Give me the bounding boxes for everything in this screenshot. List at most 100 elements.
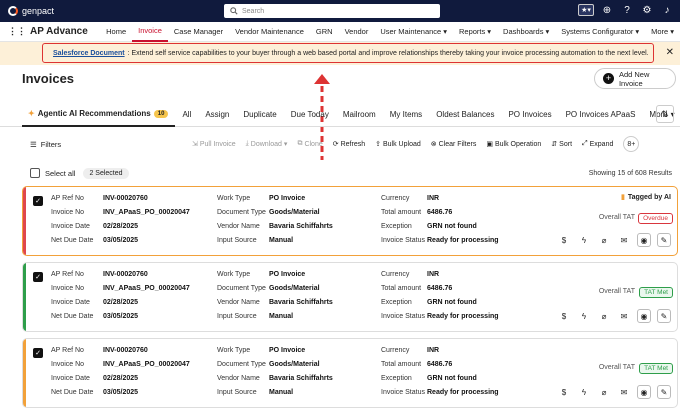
- status-bar: [23, 263, 26, 331]
- edit-icon[interactable]: ✎: [657, 385, 671, 399]
- announcement-banner: Salesforce Document : Extend self servic…: [0, 42, 680, 65]
- bulk-operation-button[interactable]: ▣ Bulk Operation: [486, 140, 541, 149]
- app-nav-bar: ⋮⋮ AP Advance Home Invoice Case Manager …: [0, 22, 680, 42]
- chevron-down-icon: ▾: [283, 141, 288, 148]
- tab-agentic-ai[interactable]: ✦ Agentic AI Recommendations 10: [22, 103, 176, 127]
- tab-my-items[interactable]: My Items: [383, 103, 429, 127]
- count-badge: 10: [153, 109, 169, 118]
- field-label-invoice-no: Invoice No: [51, 361, 85, 368]
- tab-po-invoices[interactable]: PO Invoices: [501, 103, 558, 127]
- invoice-card[interactable]: ✓ AP Ref No INV-00020760 Invoice No INV_APaa…: [22, 186, 678, 256]
- currency-icon[interactable]: $: [557, 309, 571, 323]
- view-icon[interactable]: ◉: [637, 233, 651, 247]
- lightning-icon[interactable]: ϟ: [577, 309, 591, 323]
- bulk-operation-icon: ▣: [486, 141, 493, 148]
- nav-reports[interactable]: Reports ▾: [453, 22, 497, 42]
- field-value-invoice-no: INV_APaaS_PO_00020047: [103, 285, 190, 292]
- settings-icon[interactable]: ⚙: [640, 3, 654, 17]
- logo-mark-icon: [8, 6, 18, 16]
- field-label-vendor-name: Vendor Name: [217, 299, 260, 306]
- currency-icon[interactable]: $: [557, 385, 571, 399]
- field-label-work-type: Work Type: [217, 195, 251, 202]
- field-label-net-due-date: Net Due Date: [51, 237, 94, 244]
- clear-filters-button[interactable]: ⊗ Clear Filters: [431, 140, 477, 149]
- field-label-exception: Exception: [381, 375, 412, 382]
- field-label-input-source: Input Source: [217, 389, 257, 396]
- tab-oldest-balances[interactable]: Oldest Balances: [429, 103, 501, 127]
- download-icon: ⤓: [245, 140, 249, 147]
- invoice-checkbox[interactable]: ✓: [33, 348, 43, 358]
- expand-button[interactable]: ⤢ Expand: [582, 140, 613, 148]
- invoice-card[interactable]: ✓ AP Ref No INV-00020760 Invoice No INV_APaa…: [22, 262, 678, 332]
- nav-case-manager[interactable]: Case Manager: [168, 22, 229, 42]
- field-value-invoice-status: Ready for processing: [427, 389, 499, 396]
- tab-po-invoices-apaas[interactable]: PO Invoices APaaS: [559, 103, 643, 127]
- sort-button[interactable]: ⇵ Sort: [551, 140, 572, 149]
- nav-invoice[interactable]: Invoice: [132, 22, 168, 42]
- currency-icon[interactable]: $: [557, 233, 571, 247]
- nav-systems-configurator[interactable]: Systems Configurator ▾: [555, 22, 645, 42]
- sort-icon: ⇵: [551, 141, 558, 148]
- tab-settings-icon[interactable]: ⇅: [656, 105, 674, 123]
- nav-grn[interactable]: GRN: [310, 22, 339, 42]
- edit-icon[interactable]: ✎: [657, 233, 671, 247]
- chevron-down-icon: ▾: [635, 27, 640, 36]
- select-all-label: Select all: [45, 168, 76, 178]
- favorites-star-icon[interactable]: ★▾: [578, 4, 594, 16]
- genpact-logo[interactable]: genpact: [8, 6, 54, 16]
- field-value-total-amount: 6486.76: [427, 209, 453, 216]
- tab-all[interactable]: All: [175, 103, 198, 127]
- tab-mailroom[interactable]: Mailroom: [336, 103, 383, 127]
- overall-tat-label: Overall TAT: [598, 364, 635, 371]
- banner-link[interactable]: Salesforce Document: [53, 50, 125, 57]
- field-value-currency: INR: [427, 347, 440, 354]
- pull-invoice-button[interactable]: ⇲ Pull Invoice: [192, 140, 236, 149]
- nav-dashboards[interactable]: Dashboards ▾: [497, 22, 555, 42]
- mail-icon[interactable]: ✉: [617, 233, 631, 247]
- clone-button[interactable]: ⧉ Clone: [297, 140, 322, 148]
- invoice-checkbox[interactable]: ✓: [33, 272, 43, 282]
- card-action-icons: $ ϟ ⌀ ✉ ◉ ✎: [557, 385, 671, 399]
- chevron-down-icon: ▾: [670, 27, 674, 36]
- add-icon[interactable]: ⊕: [600, 3, 614, 17]
- nav-home[interactable]: Home: [100, 22, 132, 42]
- attachment-icon[interactable]: ⌀: [597, 385, 611, 399]
- tab-due-today[interactable]: Due Today: [284, 103, 336, 127]
- edit-icon[interactable]: ✎: [657, 309, 671, 323]
- lightning-icon[interactable]: ϟ: [577, 385, 591, 399]
- add-new-invoice-button[interactable]: + Add New Invoice: [594, 68, 676, 89]
- download-button[interactable]: ⤓ Download ▾: [246, 140, 288, 148]
- bell-icon[interactable]: ♪: [660, 3, 674, 17]
- field-label-currency: Currency: [381, 195, 410, 202]
- bulk-upload-button[interactable]: ⇪ Bulk Upload: [375, 140, 421, 149]
- tab-assign[interactable]: Assign: [198, 103, 236, 127]
- more-actions-button[interactable]: 8+: [623, 136, 640, 152]
- refresh-button[interactable]: ⟳ Refresh: [333, 140, 365, 149]
- invoice-card[interactable]: ✓ AP Ref No INV-00020760 Invoice No INV_APaa…: [22, 338, 678, 408]
- mail-icon[interactable]: ✉: [617, 309, 631, 323]
- field-label-invoice-date: Invoice Date: [51, 299, 90, 306]
- view-icon[interactable]: ◉: [637, 385, 651, 399]
- help-icon[interactable]: ?: [620, 3, 634, 17]
- invoice-checkbox[interactable]: ✓: [33, 196, 43, 206]
- nav-user-maintenance[interactable]: User Maintenance ▾: [374, 22, 453, 42]
- status-bar: [23, 187, 26, 255]
- filters-button[interactable]: ☰ Filters: [30, 140, 61, 149]
- field-label-document-type: Document Type: [217, 209, 266, 216]
- field-label-exception: Exception: [381, 223, 412, 230]
- mail-icon[interactable]: ✉: [617, 385, 631, 399]
- nav-vendor[interactable]: Vendor: [339, 22, 375, 42]
- attachment-icon[interactable]: ⌀: [597, 309, 611, 323]
- global-search-input[interactable]: Search: [224, 4, 440, 18]
- close-icon[interactable]: ✕: [666, 47, 674, 58]
- view-icon[interactable]: ◉: [637, 309, 651, 323]
- field-value-invoice-date: 02/28/2025: [103, 299, 139, 306]
- attachment-icon[interactable]: ⌀: [597, 233, 611, 247]
- nav-more[interactable]: More ▾: [645, 22, 680, 42]
- select-all-checkbox[interactable]: [30, 168, 40, 178]
- nav-vendor-maintenance[interactable]: Vendor Maintenance: [229, 22, 310, 42]
- lightning-icon[interactable]: ϟ: [577, 233, 591, 247]
- tab-duplicate[interactable]: Duplicate: [236, 103, 283, 127]
- upload-icon: ⇪: [375, 141, 381, 148]
- app-brand[interactable]: ⋮⋮ AP Advance: [8, 26, 100, 37]
